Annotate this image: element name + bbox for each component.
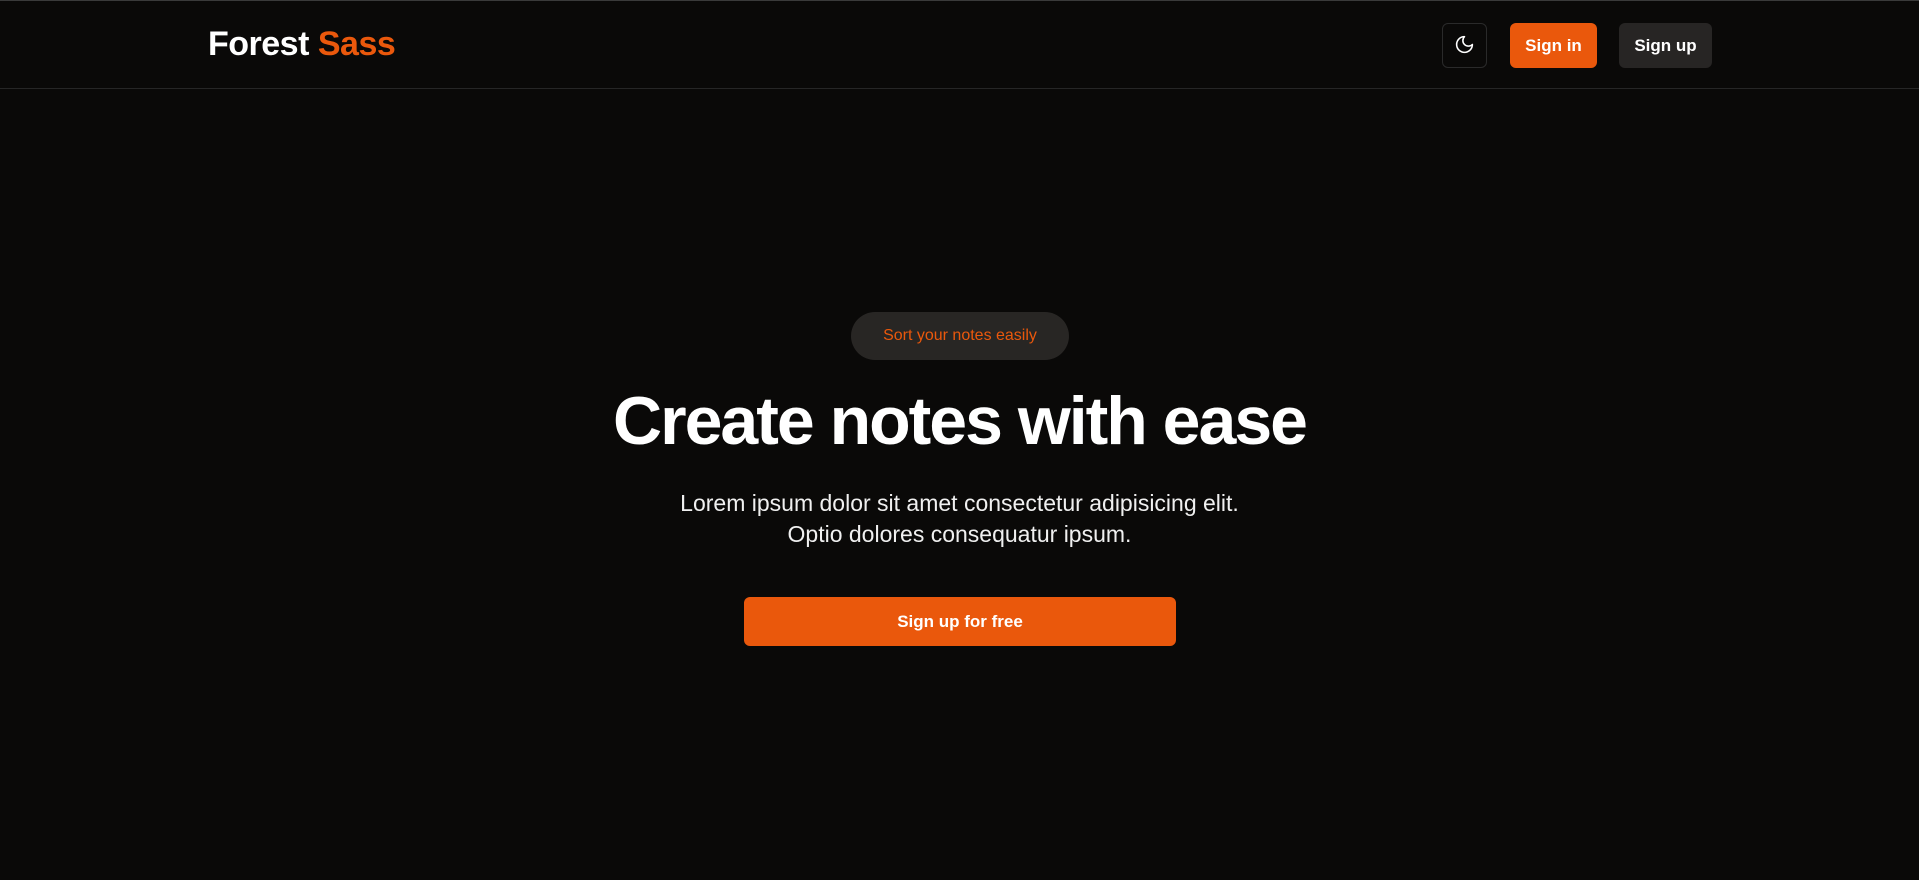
hero-tagline-pill: Sort your notes easily xyxy=(851,312,1069,360)
brand-name-first: Forest xyxy=(208,25,309,63)
moon-icon xyxy=(1454,34,1475,58)
hero-description-line: Lorem ipsum dolor sit amet consectetur a… xyxy=(680,490,1239,516)
sign-up-button[interactable]: Sign up xyxy=(1619,23,1712,68)
hero-description: Lorem ipsum dolor sit amet consectetur a… xyxy=(0,488,1919,550)
brand-name-second: Sass xyxy=(317,25,396,63)
sign-in-button[interactable]: Sign in xyxy=(1510,23,1597,68)
hero-title: Create notes with ease xyxy=(613,383,1308,459)
theme-toggle-button[interactable] xyxy=(1442,23,1487,68)
sign-up-for-free-button[interactable]: Sign up for free xyxy=(744,597,1176,646)
top-navbar: Forest Sass Sign in Sign up xyxy=(0,0,1919,89)
brand-logo[interactable]: Forest Sass xyxy=(208,23,396,65)
hero-description-line: Optio dolores consequatur ipsum. xyxy=(787,521,1132,547)
